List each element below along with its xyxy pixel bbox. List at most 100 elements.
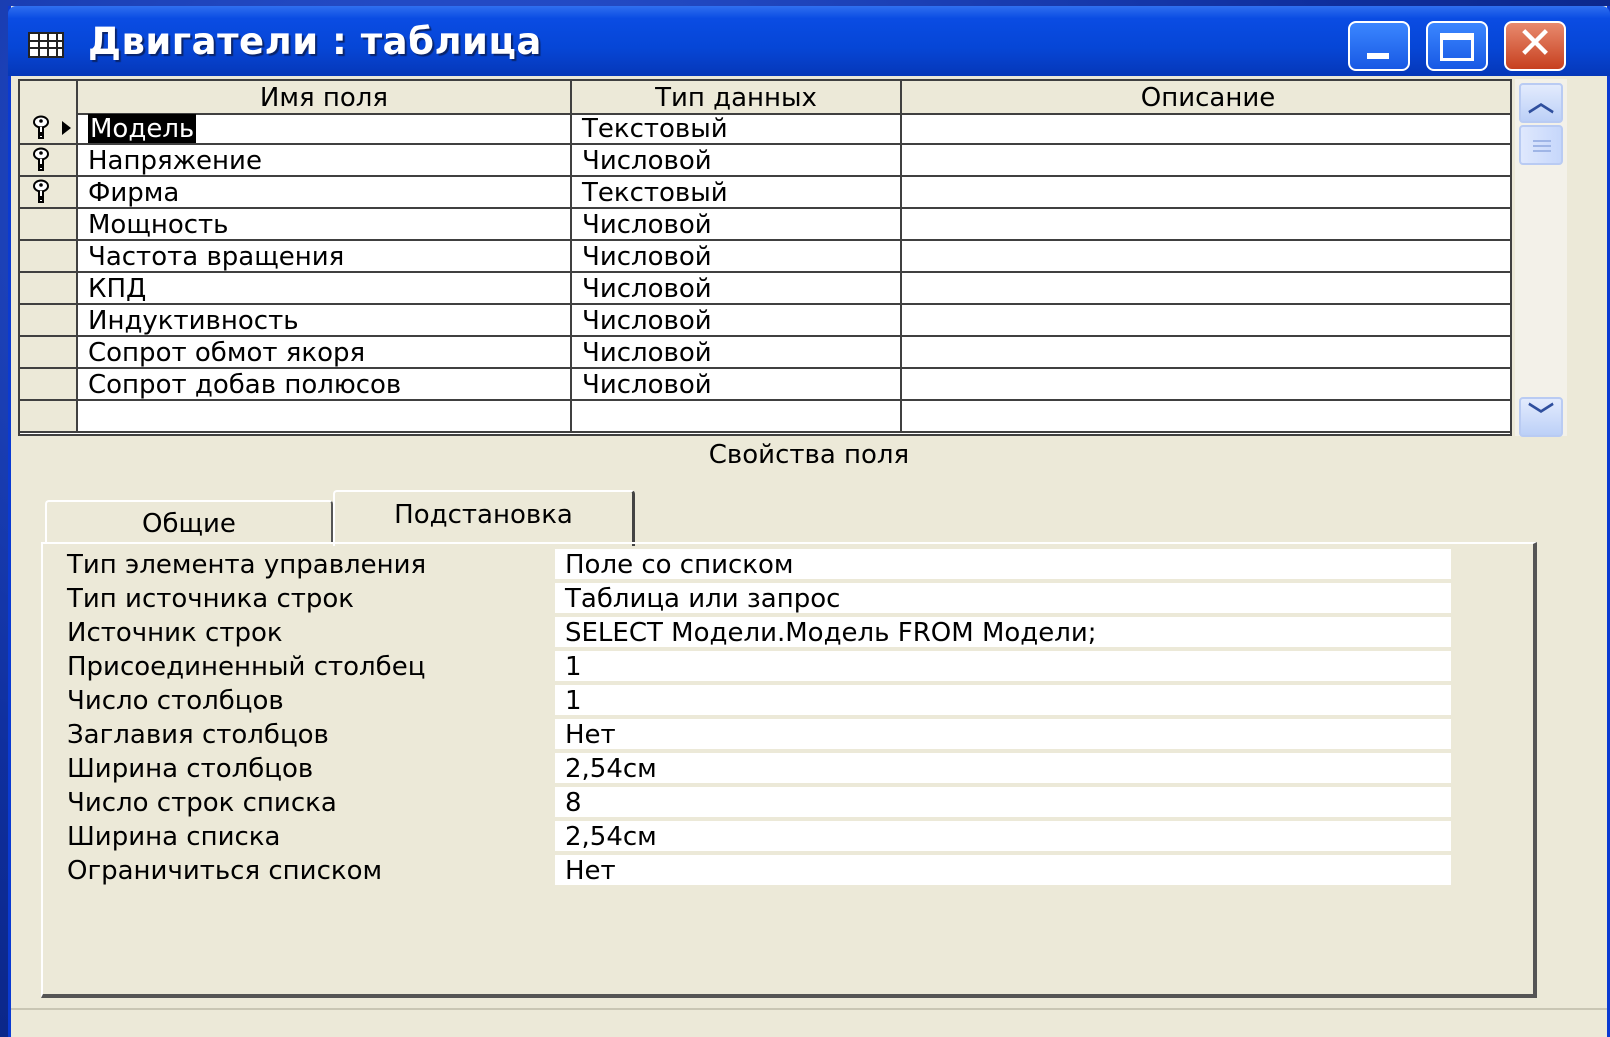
field-grid: Имя поля Тип данных Описание Модель Текст… [18,79,1512,436]
row-selector[interactable] [20,241,78,271]
grid-scrollbar[interactable]: ︿ ﹀ [1515,79,1567,437]
description-cell[interactable] [902,209,1510,239]
property-value-field[interactable]: 1 [555,651,1451,681]
property-row: Присоединенный столбец 1 [43,650,1483,684]
data-type-cell[interactable]: Числовой [572,209,902,239]
property-row: Заглавия столбцов Нет [43,718,1483,752]
field-name-cell[interactable]: Мощность [78,209,572,239]
tab-general[interactable]: Общие [45,500,333,544]
primary-key-icon [33,147,49,171]
close-button[interactable]: ✕ [1504,18,1566,71]
data-type-cell[interactable]: Текстовый [572,177,902,207]
property-label: Ограничиться списком [67,856,383,886]
property-value-field[interactable]: 1 [555,685,1451,715]
column-header-data-type[interactable]: Тип данных [572,81,902,113]
description-cell[interactable] [902,337,1510,367]
field-name-cell-text: Частота вращения [88,242,345,271]
field-name-cell[interactable]: КПД [78,273,572,303]
field-name-cell[interactable]: Индуктивность [78,305,572,335]
description-cell[interactable] [902,273,1510,303]
field-name-cell[interactable]: Частота вращения [78,241,572,271]
minimize-icon [1367,53,1389,59]
data-type-cell-text: Числовой [582,274,712,303]
table-row[interactable]: Сопрот добав полюсов Числовой [20,369,1510,401]
data-type-cell[interactable]: Числовой [572,305,902,335]
table-row[interactable] [20,401,1510,433]
property-row: Тип элемента управления Поле со списком [43,548,1483,582]
maximize-button[interactable] [1426,21,1488,71]
table-row[interactable]: Сопрот обмот якоря Числовой [20,337,1510,369]
property-row: Источник строк SELECT Модели.Модель FROM … [43,616,1483,650]
data-type-cell[interactable]: Числовой [572,241,902,271]
description-cell[interactable] [902,305,1510,335]
column-header-field-name[interactable]: Имя поля [78,81,572,113]
row-selector[interactable] [20,305,78,335]
row-selector-header [20,81,78,113]
property-value-field[interactable]: 2,54см [555,753,1451,783]
description-cell[interactable] [902,369,1510,399]
row-selector[interactable] [20,401,78,431]
row-selector[interactable] [20,209,78,239]
minimize-button[interactable] [1348,21,1410,71]
close-icon: ✕ [1516,18,1554,69]
data-type-cell[interactable]: Числовой [572,337,902,367]
property-value-field[interactable]: 8 [555,787,1451,817]
property-value-field[interactable]: Таблица или запрос [555,583,1451,613]
table-row[interactable]: КПД Числовой [20,273,1510,305]
row-selector[interactable] [20,273,78,303]
field-name-cell[interactable]: Сопрот добав полюсов [78,369,572,399]
description-cell[interactable] [902,401,1510,431]
property-label: Ширина списка [67,822,281,852]
property-value-field[interactable]: 2,54см [555,821,1451,851]
field-name-cell[interactable]: Сопрот обмот якоря [78,337,572,367]
data-type-cell[interactable]: Числовой [572,369,902,399]
table-row[interactable]: Модель Текстовый [20,113,1510,145]
field-name-cell[interactable]: Модель [78,113,572,143]
row-selector[interactable] [20,177,78,207]
primary-key-icon [33,179,49,203]
field-name-cell-text: Фирма [88,178,180,207]
table-row[interactable]: Индуктивность Числовой [20,305,1510,337]
property-value-field[interactable]: Нет [555,855,1451,885]
column-header-description[interactable]: Описание [902,81,1510,113]
field-name-cell[interactable]: Напряжение [78,145,572,175]
scroll-down-button[interactable]: ﹀ [1519,397,1563,437]
property-value-field[interactable]: Нет [555,719,1451,749]
description-cell[interactable] [902,241,1510,271]
property-label: Присоединенный столбец [67,652,426,682]
table-row[interactable]: Напряжение Числовой [20,145,1510,177]
property-value-field[interactable]: Поле со списком [555,549,1451,579]
row-selector[interactable] [20,337,78,367]
row-selector[interactable] [20,113,78,143]
table-row[interactable]: Мощность Числовой [20,209,1510,241]
window-title: Двигатели : таблица [88,20,542,63]
property-row: Тип источника строк Таблица или запрос [43,582,1483,616]
scroll-thumb[interactable] [1519,125,1563,165]
data-type-cell[interactable]: Числовой [572,145,902,175]
description-cell[interactable] [902,113,1510,143]
property-value-field[interactable]: SELECT Модели.Модель FROM Модели; [555,617,1451,647]
property-label: Тип элемента управления [67,550,427,580]
table-row[interactable]: Частота вращения Числовой [20,241,1510,273]
property-row: Ограничиться списком Нет [43,854,1483,888]
field-name-cell-text: КПД [88,274,147,303]
row-selector[interactable] [20,145,78,175]
data-type-cell-text: Числовой [582,306,712,335]
field-name-cell-text: Сопрот обмот якоря [88,338,366,367]
property-label: Ширина столбцов [67,754,314,784]
data-type-cell[interactable]: Числовой [572,273,902,303]
data-type-cell[interactable] [572,401,902,431]
tab-lookup[interactable]: Подстановка [333,490,635,546]
title-bar[interactable]: Двигатели : таблица ✕ [8,6,1610,76]
table-row[interactable]: Фирма Текстовый [20,177,1510,209]
field-name-cell[interactable] [78,401,572,431]
chevron-up-icon: ︿ [1527,88,1554,118]
description-cell[interactable] [902,177,1510,207]
row-selector[interactable] [20,369,78,399]
scroll-up-button[interactable]: ︿ [1519,83,1563,123]
data-type-cell[interactable]: Текстовый [572,113,902,143]
description-cell[interactable] [902,145,1510,175]
field-name-cell[interactable]: Фирма [78,177,572,207]
data-type-cell-text: Числовой [582,210,712,239]
data-type-cell-text: Числовой [582,242,712,271]
